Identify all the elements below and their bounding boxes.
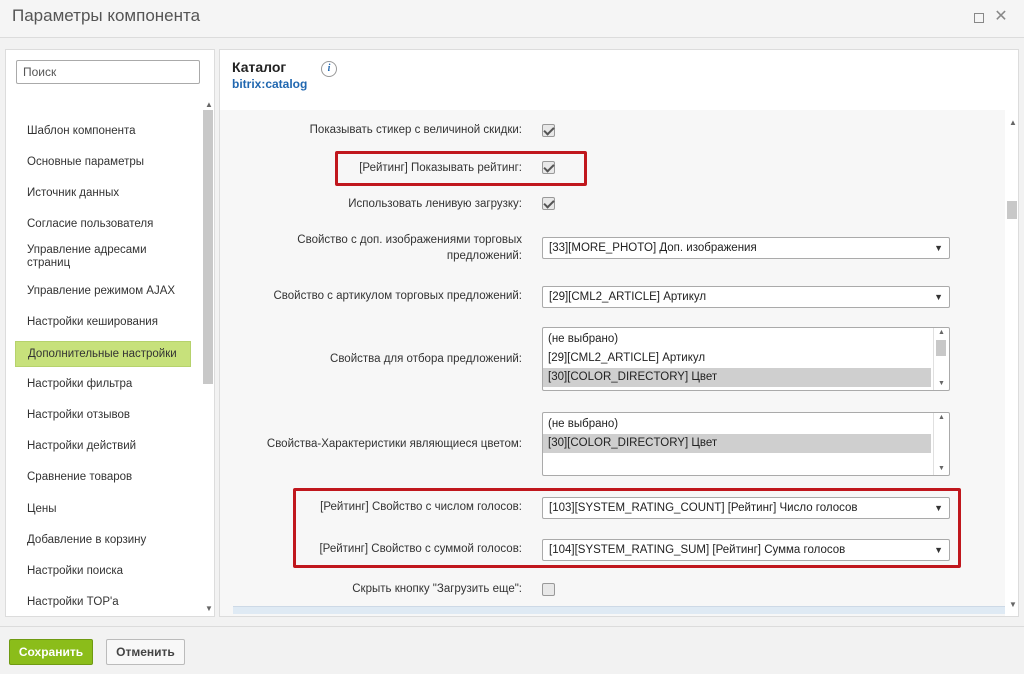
section-divider xyxy=(233,606,1005,614)
scroll-down-icon[interactable]: ▼ xyxy=(938,465,945,472)
rating-count-value: [103][SYSTEM_RATING_COUNT] [Рейтинг] Чис… xyxy=(549,502,858,514)
sidebar-item-page-addresses[interactable]: Управление адресами страниц xyxy=(15,241,191,273)
scroll-down-icon[interactable]: ▼ xyxy=(938,380,945,387)
discount-sticker-checkbox[interactable] xyxy=(542,124,555,137)
chevron-down-icon: ▼ xyxy=(934,503,943,513)
main-panel: Каталог i bitrix:catalog Показывать стик… xyxy=(219,49,1019,617)
offer-article-value: [29][CML2_ARTICLE] Артикул xyxy=(549,291,707,303)
offer-images-label: Свойство с доп. изображениями торговых п… xyxy=(297,234,522,262)
title-bar: Параметры компонента ✕ xyxy=(0,0,1024,38)
sidebar-item-template[interactable]: Шаблон компонента xyxy=(15,120,191,142)
list-item[interactable]: (не выбрано) xyxy=(543,330,931,349)
maximize-icon[interactable] xyxy=(972,10,986,24)
search-input[interactable] xyxy=(16,60,200,84)
footer: Сохранить Отменить xyxy=(0,626,1024,674)
sidebar-item-search[interactable]: Настройки поиска xyxy=(15,560,191,582)
component-title: Каталог xyxy=(232,59,287,75)
save-button[interactable]: Сохранить xyxy=(9,639,93,665)
offer-images-select[interactable]: [33][MORE_PHOTO] Доп. изображения ▼ xyxy=(542,237,950,259)
listbox-scrollbar[interactable]: ▲ ▼ xyxy=(933,328,949,390)
scroll-down-icon[interactable]: ▼ xyxy=(1009,600,1017,609)
cancel-button[interactable]: Отменить xyxy=(106,639,185,665)
sidebar-item-filter[interactable]: Настройки фильтра xyxy=(15,373,191,395)
rating-sum-label: [Рейтинг] Свойство с суммой голосов: xyxy=(319,543,522,555)
sidebar-item-prices[interactable]: Цены xyxy=(15,498,191,520)
show-rating-label: [Рейтинг] Показывать рейтинг: xyxy=(359,162,522,174)
rating-count-select[interactable]: [103][SYSTEM_RATING_COUNT] [Рейтинг] Чис… xyxy=(542,497,950,519)
hide-load-more-checkbox[interactable] xyxy=(542,583,555,596)
sidebar-item-actions[interactable]: Настройки действий xyxy=(15,435,191,457)
scroll-up-icon[interactable]: ▲ xyxy=(1009,118,1017,127)
offer-props-label: Свойства для отбора предложений: xyxy=(330,353,522,365)
list-item[interactable]: [30][COLOR_DIRECTORY] Цвет xyxy=(543,434,931,453)
rating-sum-value: [104][SYSTEM_RATING_SUM] [Рейтинг] Сумма… xyxy=(549,544,846,556)
sidebar-item-ajax[interactable]: Управление режимом AJAX xyxy=(15,280,191,302)
show-rating-checkbox[interactable] xyxy=(542,161,555,174)
sidebar-item-user-consent[interactable]: Согласие пользователя xyxy=(15,213,191,235)
scroll-down-icon[interactable]: ▼ xyxy=(205,604,213,613)
offer-article-select[interactable]: [29][CML2_ARTICLE] Артикул ▼ xyxy=(542,286,950,308)
window-title: Параметры компонента xyxy=(12,6,201,25)
listbox-scrollbar[interactable]: ▲ ▼ xyxy=(933,413,949,475)
main-scrollbar[interactable]: ▲ ▼ xyxy=(1005,110,1019,616)
sidebar-item-additional[interactable]: Дополнительные настройки xyxy=(15,341,191,367)
sidebar-item-data-source[interactable]: Источник данных xyxy=(15,182,191,204)
rating-sum-select[interactable]: [104][SYSTEM_RATING_SUM] [Рейтинг] Сумма… xyxy=(542,539,950,561)
lazy-load-checkbox[interactable] xyxy=(542,197,555,210)
color-props-label: Свойства-Характеристики являющиеся цвето… xyxy=(266,438,522,450)
scroll-thumb[interactable] xyxy=(1007,201,1017,219)
lazy-load-label: Использовать ленивую загрузку: xyxy=(348,198,522,210)
hide-load-more-label: Скрыть кнопку "Загрузить еще": xyxy=(352,583,522,595)
list-item[interactable]: (не выбрано) xyxy=(543,415,931,434)
scroll-up-icon[interactable]: ▲ xyxy=(938,414,945,421)
list-item[interactable]: [30][COLOR_DIRECTORY] Цвет xyxy=(543,368,931,387)
sidebar-item-top[interactable]: Настройки TOP'а xyxy=(15,591,191,613)
discount-sticker-label: Показывать стикер с величиной скидки: xyxy=(309,124,522,136)
scroll-up-icon[interactable]: ▲ xyxy=(205,100,213,109)
sidebar: Шаблон компонента Основные параметры Ист… xyxy=(5,49,215,617)
color-props-listbox[interactable]: (не выбрано) [30][COLOR_DIRECTORY] Цвет … xyxy=(542,412,950,476)
info-icon[interactable]: i xyxy=(321,61,337,77)
sidebar-item-basic[interactable]: Основные параметры xyxy=(15,151,191,173)
sidebar-item-reviews[interactable]: Настройки отзывов xyxy=(15,404,191,426)
rating-count-label: [Рейтинг] Свойство с числом голосов: xyxy=(320,501,522,513)
scroll-thumb[interactable] xyxy=(936,340,946,356)
scroll-thumb[interactable] xyxy=(203,110,213,384)
settings-area: Показывать стикер с величиной скидки: [Р… xyxy=(220,110,1005,616)
offer-images-value: [33][MORE_PHOTO] Доп. изображения xyxy=(549,242,757,254)
component-code: bitrix:catalog xyxy=(232,77,308,91)
sidebar-item-caching[interactable]: Настройки кеширования xyxy=(15,311,191,333)
chevron-down-icon: ▼ xyxy=(934,243,943,253)
offer-props-listbox[interactable]: (не выбрано) [29][CML2_ARTICLE] Артикул … xyxy=(542,327,950,391)
chevron-down-icon: ▼ xyxy=(934,292,943,302)
offer-article-label: Свойство с артикулом торговых предложени… xyxy=(273,290,522,302)
sidebar-item-compare[interactable]: Сравнение товаров xyxy=(15,466,191,488)
list-item[interactable]: [29][CML2_ARTICLE] Артикул xyxy=(543,349,931,368)
chevron-down-icon: ▼ xyxy=(934,545,943,555)
sidebar-item-add-to-cart[interactable]: Добавление в корзину xyxy=(15,529,191,551)
sidebar-scrollbar[interactable]: ▲ ▼ xyxy=(202,100,215,616)
close-icon[interactable]: ✕ xyxy=(994,9,1008,25)
scroll-up-icon[interactable]: ▲ xyxy=(938,329,945,336)
